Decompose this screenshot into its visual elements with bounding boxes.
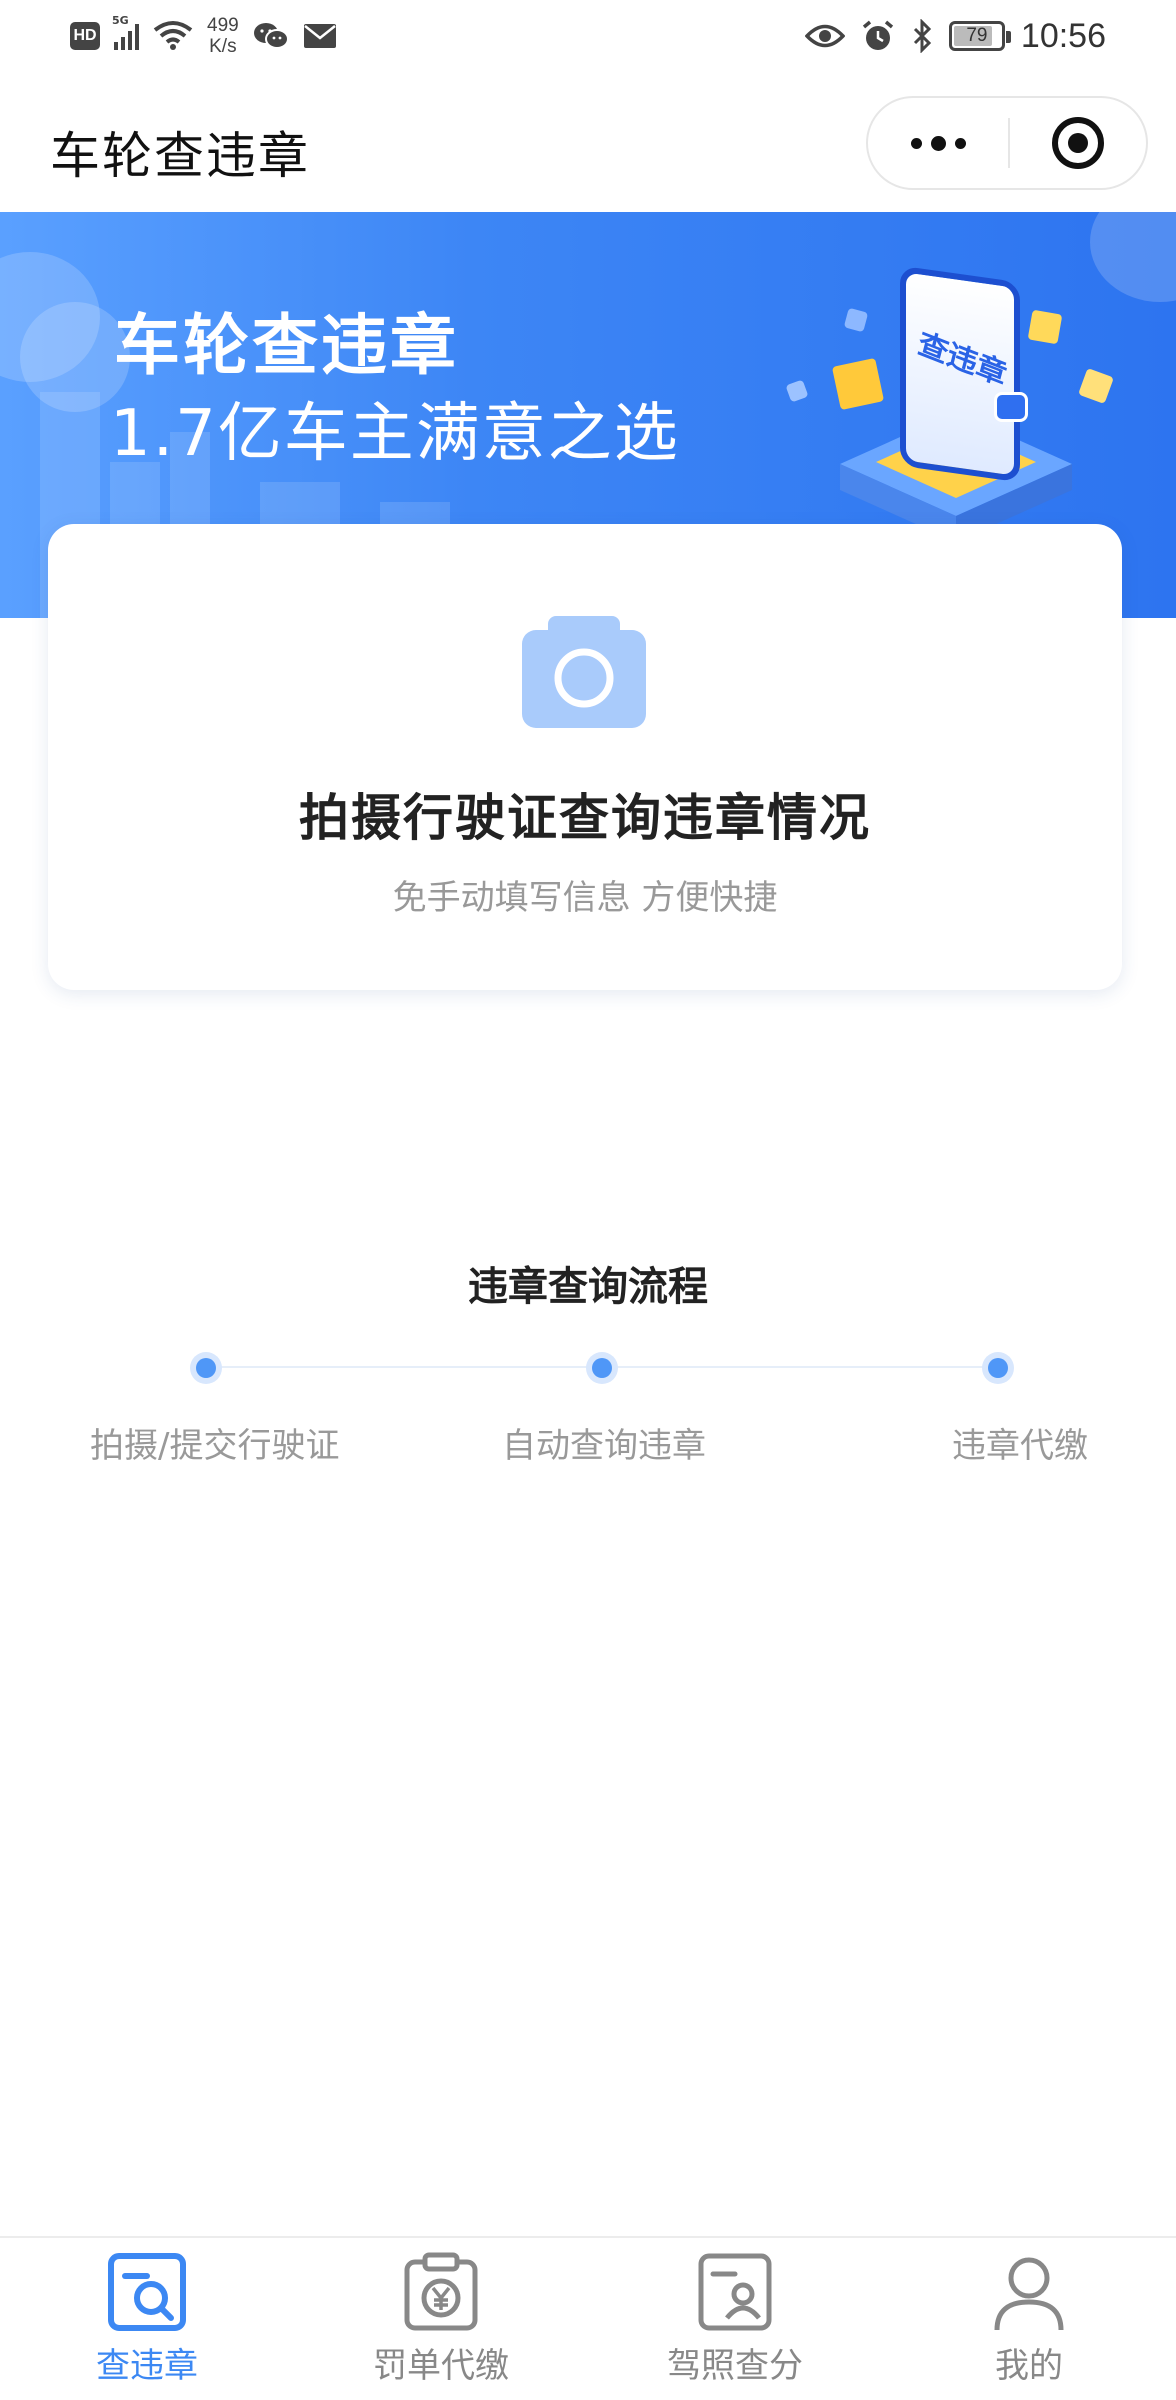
alarm-icon <box>862 20 894 50</box>
speed-unit: K/s <box>209 36 237 57</box>
more-icon-dot <box>910 137 922 149</box>
tab-license-points[interactable]: 驾照查分 <box>588 2238 882 2400</box>
scan-card-subtitle: 免手动填写信息 方便快捷 <box>392 878 778 918</box>
person-icon <box>994 2257 1064 2331</box>
tab-label: 我的 <box>995 2346 1063 2386</box>
process-step-dot <box>190 1352 222 1384</box>
process-step-label: 违章代缴 <box>952 1426 1088 1466</box>
clipboard-yen-icon <box>404 2252 478 2331</box>
mail-icon <box>303 24 336 48</box>
process-step-dot <box>586 1352 618 1384</box>
eye-icon <box>804 24 845 48</box>
mini-program-capsule <box>866 96 1148 190</box>
tab-mine[interactable]: 我的 <box>882 2238 1176 2400</box>
camera-icon <box>522 616 646 728</box>
hd-badge: HD <box>70 22 100 50</box>
speed-value: 499 <box>207 15 239 36</box>
process-step-label: 拍摄/提交行驶证 <box>90 1426 340 1466</box>
process-title: 违章查询流程 <box>468 1264 708 1310</box>
status-left: HD 5G 499 K/s <box>70 14 337 58</box>
tab-label: 驾照查分 <box>667 2346 803 2386</box>
cube-decoration <box>1027 309 1063 345</box>
status-right: 79 10:56 <box>804 14 1106 58</box>
cube-decoration <box>1078 368 1114 404</box>
cube-decoration <box>843 307 869 333</box>
scan-license-card[interactable]: 拍摄行驶证查询违章情况 免手动填写信息 方便快捷 <box>48 524 1122 990</box>
status-time: 10:56 <box>1020 16 1106 55</box>
status-bar: HD 5G 499 K/s 79 10:56 <box>0 0 1176 72</box>
page-title: 车轮查违章 <box>50 127 310 185</box>
scan-card-title: 拍摄行驶证查询违章情况 <box>299 789 871 847</box>
banner-title: 车轮查违章 <box>114 307 459 384</box>
more-icon-dot <box>954 137 966 149</box>
navigation-bar: 车轮查违章 <box>0 72 1176 212</box>
more-button[interactable] <box>868 98 1008 188</box>
bluetooth-icon <box>913 19 932 53</box>
license-card-icon <box>698 2253 772 2331</box>
battery-level: 79 <box>966 25 988 46</box>
tab-fine-payment[interactable]: 罚单代缴 <box>294 2238 588 2400</box>
tab-label: 查违章 <box>96 2346 198 2386</box>
more-icon-dot <box>930 135 946 151</box>
close-button[interactable] <box>1010 98 1146 188</box>
tab-label: 罚单代缴 <box>373 2346 509 2386</box>
phone-illustration: 查违章 <box>900 265 1020 483</box>
cube-decoration <box>831 357 885 411</box>
chat-bubble-icon <box>994 392 1028 422</box>
bottom-tab-bar: 查违章 罚单代缴 驾照查分 我的 <box>0 2236 1176 2400</box>
cube-decoration <box>785 379 809 403</box>
wifi-icon <box>153 21 193 50</box>
search-doc-icon <box>108 2253 186 2331</box>
process-step-label: 自动查询违章 <box>502 1426 706 1466</box>
wechat-icon <box>253 23 289 49</box>
close-target-icon <box>1052 117 1104 169</box>
banner-subtitle: 1.7亿车主满意之选 <box>110 397 680 471</box>
network-type: 5G <box>112 14 129 27</box>
phone-label: 查违章 <box>914 326 1011 394</box>
network-speed: 499 K/s <box>207 15 239 57</box>
tab-violation-query[interactable]: 查违章 <box>0 2238 294 2400</box>
battery-icon: 79 <box>948 21 1011 51</box>
cellular-signal-icon: 5G <box>112 14 139 50</box>
process-step-dot <box>982 1352 1014 1384</box>
